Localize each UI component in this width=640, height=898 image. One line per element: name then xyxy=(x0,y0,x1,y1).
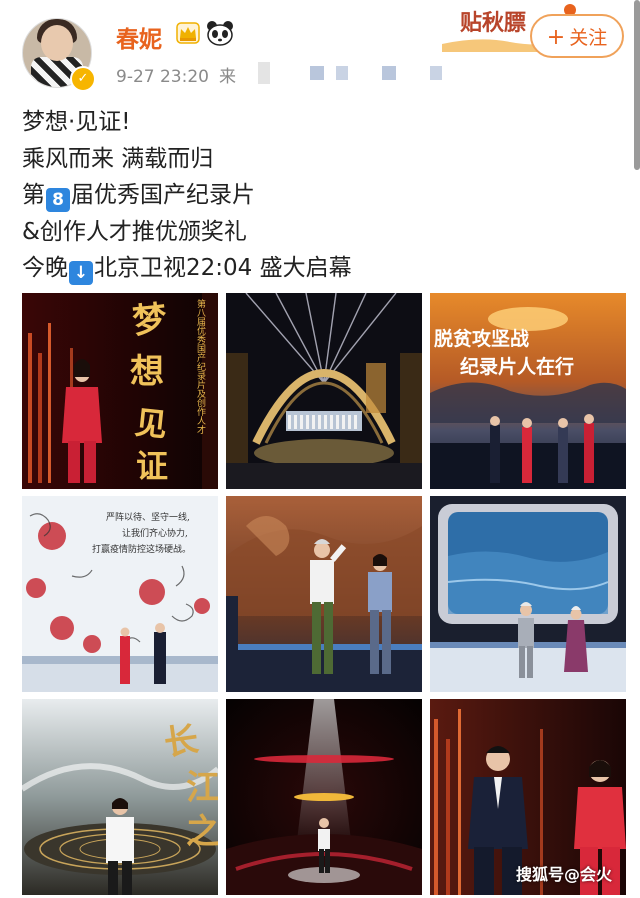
image-title-char: 想 xyxy=(130,352,164,392)
image-thumbnail[interactable] xyxy=(226,293,422,489)
username[interactable]: 春妮 xyxy=(116,20,162,54)
plus-icon: + xyxy=(546,25,566,50)
post-text: 梦想·见证! 乘风而来 满载而归 第 8 届优秀国产纪录片 &创作人才推优颁奖礼 今… xyxy=(22,104,612,287)
image-grid: 梦 想 见 证 第八届优秀国产纪录片及创作人才 脱贫攻坚战 纪录片人在行 严阵以… xyxy=(22,293,626,895)
line3-prefix: 第 xyxy=(22,182,45,208)
line5-prefix: 今晚 xyxy=(22,255,68,281)
redacted-source xyxy=(336,66,348,80)
follow-button[interactable]: + 关注 xyxy=(530,14,624,58)
autumn-badge-text: 贴秋膘 xyxy=(460,10,526,36)
image-thumbnail[interactable] xyxy=(226,496,422,692)
image-thumbnail[interactable]: 长 江 之 xyxy=(22,699,218,895)
image-title-char: 证 xyxy=(136,447,168,485)
image-thumbnail[interactable] xyxy=(430,496,626,692)
image-caption: 纪录片人在行 xyxy=(460,355,574,378)
image-title-char: 江 xyxy=(186,768,218,808)
image-thumbnail[interactable] xyxy=(226,699,422,895)
line3-suffix: 届优秀国产纪录片 xyxy=(71,182,255,208)
line5-suffix: 北京卫视22:04 盛大启幕 xyxy=(94,255,352,281)
image-side-text: 第八届优秀国产纪录片及创作人才 xyxy=(195,298,206,435)
redacted-source xyxy=(430,66,442,80)
image-caption: 脱贫攻坚战 xyxy=(434,327,529,350)
image-thumbnail[interactable]: 搜狐号@会火 xyxy=(430,699,626,895)
post-text-line: 今晚 ↓ 北京卫视22:04 盛大启幕 xyxy=(22,250,612,287)
post-text-line: 乘风而来 满载而归 xyxy=(22,145,214,172)
post-timestamp: 9-27 23:20 xyxy=(116,67,209,87)
post-text-line: &创作人才推优颁奖礼 xyxy=(22,218,247,245)
image-thumbnail[interactable]: 梦 想 见 证 第八届优秀国产纪录片及创作人才 xyxy=(22,293,218,489)
post-text-line: 第 8 届优秀国产纪录片 xyxy=(22,177,612,214)
crown-icon xyxy=(176,22,200,44)
image-thumbnail[interactable]: 严阵以待、坚守一线, 让我们齐心协力, 打赢疫情防控这场硬战。 xyxy=(22,496,218,692)
image-wall-text: 严阵以待、坚守一线, xyxy=(106,511,190,523)
panda-icon xyxy=(207,21,233,46)
post-meta: 9-27 23:20 来 xyxy=(116,62,236,87)
image-thumbnail[interactable]: 脱贫攻坚战 纪录片人在行 xyxy=(430,293,626,489)
redacted-source xyxy=(382,66,396,80)
post-header: ✓ 春妮 9-27 23:20 来 贴秋膘 + 关注 xyxy=(0,0,640,100)
down-arrow-icon: ↓ xyxy=(69,261,93,285)
post-text-line: 梦想·见证! xyxy=(22,109,131,135)
verified-badge-icon: ✓ xyxy=(70,66,96,92)
image-title-char: 梦 xyxy=(131,299,169,342)
redacted-source xyxy=(258,62,270,84)
follow-label: 关注 xyxy=(569,27,608,49)
post-source-label: 来 xyxy=(218,67,236,87)
redacted-source xyxy=(310,66,324,80)
image-title-char: 之 xyxy=(186,812,218,852)
image-wall-text: 打赢疫情防控这场硬战。 xyxy=(92,543,191,555)
keycap-8-icon: 8 xyxy=(46,188,70,212)
image-title-char: 见 xyxy=(133,403,169,444)
watermark: 搜狐号@会火 xyxy=(515,865,612,884)
image-title-char: 长 xyxy=(162,720,201,764)
image-wall-text: 让我们齐心协力, xyxy=(122,527,188,539)
